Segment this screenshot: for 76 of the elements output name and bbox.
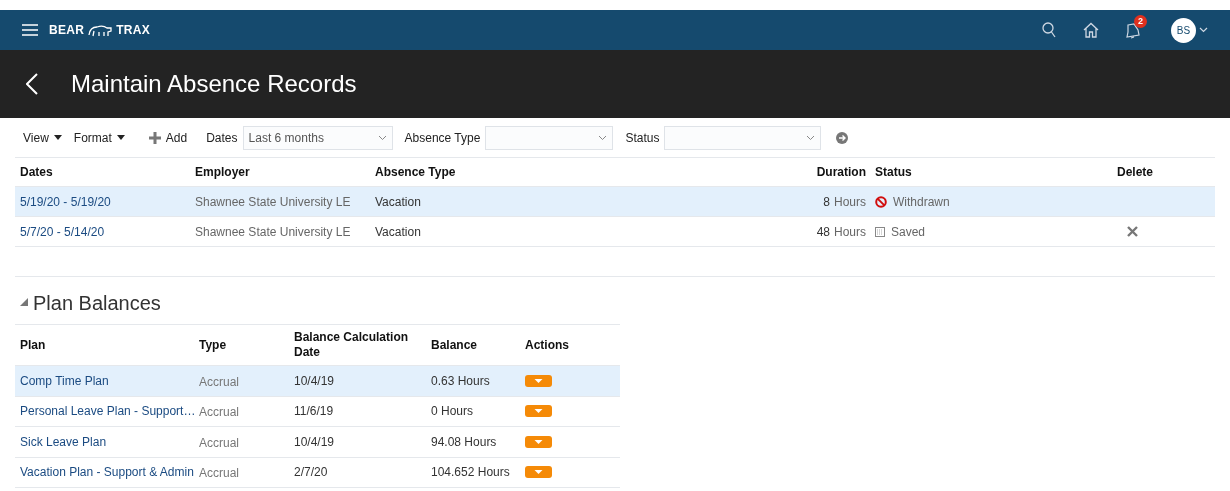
table-cell-text: 94.08 Hours — [431, 433, 497, 451]
delete-icon[interactable] — [1127, 226, 1138, 237]
column-header: Actions — [525, 337, 570, 354]
avatar[interactable]: BS — [1171, 17, 1196, 43]
select-field[interactable]: Last 6 months — [242, 125, 393, 150]
filter-label: Absence Type — [404, 129, 481, 147]
date-link[interactable]: 5/7/20 - 5/14/20 — [15, 222, 105, 241]
plan-link[interactable]: Personal Leave Plan - Support… — [15, 402, 196, 421]
brand-text: TRAX — [116, 22, 151, 39]
page-title: Maintain Absence Records — [71, 69, 357, 99]
plan-link[interactable]: Comp Time Plan — [15, 371, 109, 390]
chevron-down-icon — [377, 134, 387, 141]
plus-icon — [148, 131, 161, 144]
plan-link[interactable]: Sick Leave Plan — [15, 432, 107, 451]
table-cell-text: Accrual — [199, 434, 239, 452]
chevron-down-icon[interactable] — [1199, 27, 1208, 33]
duration-amount: 8 — [823, 193, 830, 211]
column-header: Delete — [1116, 164, 1154, 181]
brand-text: BEAR — [49, 22, 85, 39]
bear-icon — [87, 23, 114, 37]
status-text: Withdrawn — [893, 193, 950, 211]
plan-link[interactable]: Vacation Plan - Support & Admin — [15, 463, 194, 482]
table-cell-text: 0 Hours — [431, 403, 474, 421]
column-header: Plan — [19, 337, 47, 354]
actions-dropdown-icon[interactable] — [525, 405, 552, 418]
table-cell-text: Accrual — [199, 465, 239, 483]
bell-icon[interactable] — [1125, 22, 1141, 40]
table-cell-text: 11/6/19 — [294, 403, 334, 421]
table-cell-text: 10/4/19 — [294, 433, 335, 451]
menu-button[interactable]: Format — [73, 128, 125, 147]
column-header: Balance Calculation Date — [294, 330, 410, 360]
actions-dropdown-icon[interactable] — [525, 466, 552, 479]
home-icon[interactable] — [1083, 22, 1099, 38]
table-row[interactable]: 5/19/20 - 5/19/20 Shawnee State University LE Vacation 8 Hours Withdrawn — [15, 187, 1215, 217]
table-row[interactable]: Comp Time Plan Accrual 10/4/19 0.63 Hours — [15, 366, 620, 397]
select-field[interactable] — [664, 125, 822, 150]
column-header: Absence Type — [375, 164, 457, 181]
status-text: Saved — [891, 223, 926, 241]
table-cell-text: 104.652 Hours — [431, 464, 510, 482]
column-header: Dates — [19, 164, 54, 181]
notification-badge: 2 — [1134, 15, 1147, 28]
select-field[interactable] — [485, 125, 614, 150]
back-icon[interactable] — [26, 73, 38, 95]
duration-unit: Hours — [834, 193, 866, 211]
column-header: Type — [199, 337, 228, 354]
caret-down-icon — [53, 135, 62, 140]
menu-button[interactable]: View — [23, 128, 62, 147]
search-icon[interactable] — [1042, 22, 1056, 38]
go-icon[interactable] — [836, 131, 849, 144]
actions-dropdown-icon[interactable] — [525, 435, 552, 448]
menu-icon[interactable] — [22, 24, 38, 36]
table-cell-text: 2/7/20 — [294, 464, 328, 482]
table-cell-text: Shawnee State University LE — [195, 193, 351, 211]
caret-down-icon — [116, 135, 125, 140]
filter-label: Dates — [206, 129, 238, 147]
duration-amount: 48 — [816, 223, 830, 241]
duration-unit: Hours — [834, 223, 866, 241]
table-cell-text: Accrual — [199, 404, 239, 422]
chevron-down-icon — [806, 134, 816, 141]
actions-dropdown-icon[interactable] — [525, 374, 552, 387]
table-cell-text: 0.63 Hours — [431, 372, 490, 390]
table-cell-text: Vacation — [375, 193, 421, 211]
section-title: Plan Balances — [33, 290, 161, 316]
column-header: Duration — [816, 164, 866, 181]
date-link[interactable]: 5/19/20 - 5/19/20 — [15, 192, 111, 211]
table-cell-text: 10/4/19 — [294, 372, 335, 390]
filter-label: Status — [625, 129, 660, 147]
table-cell-text: Vacation — [375, 223, 421, 241]
column-header: Balance — [431, 337, 479, 354]
table-cell-text: Accrual — [199, 373, 239, 391]
add-button[interactable]: Add — [148, 128, 188, 147]
chevron-down-icon — [598, 134, 608, 141]
column-header: Status — [875, 164, 913, 181]
table-cell-text: Shawnee State University LE — [195, 223, 351, 241]
column-header: Employer — [195, 164, 251, 181]
collapse-triangle-icon[interactable] — [20, 298, 29, 307]
